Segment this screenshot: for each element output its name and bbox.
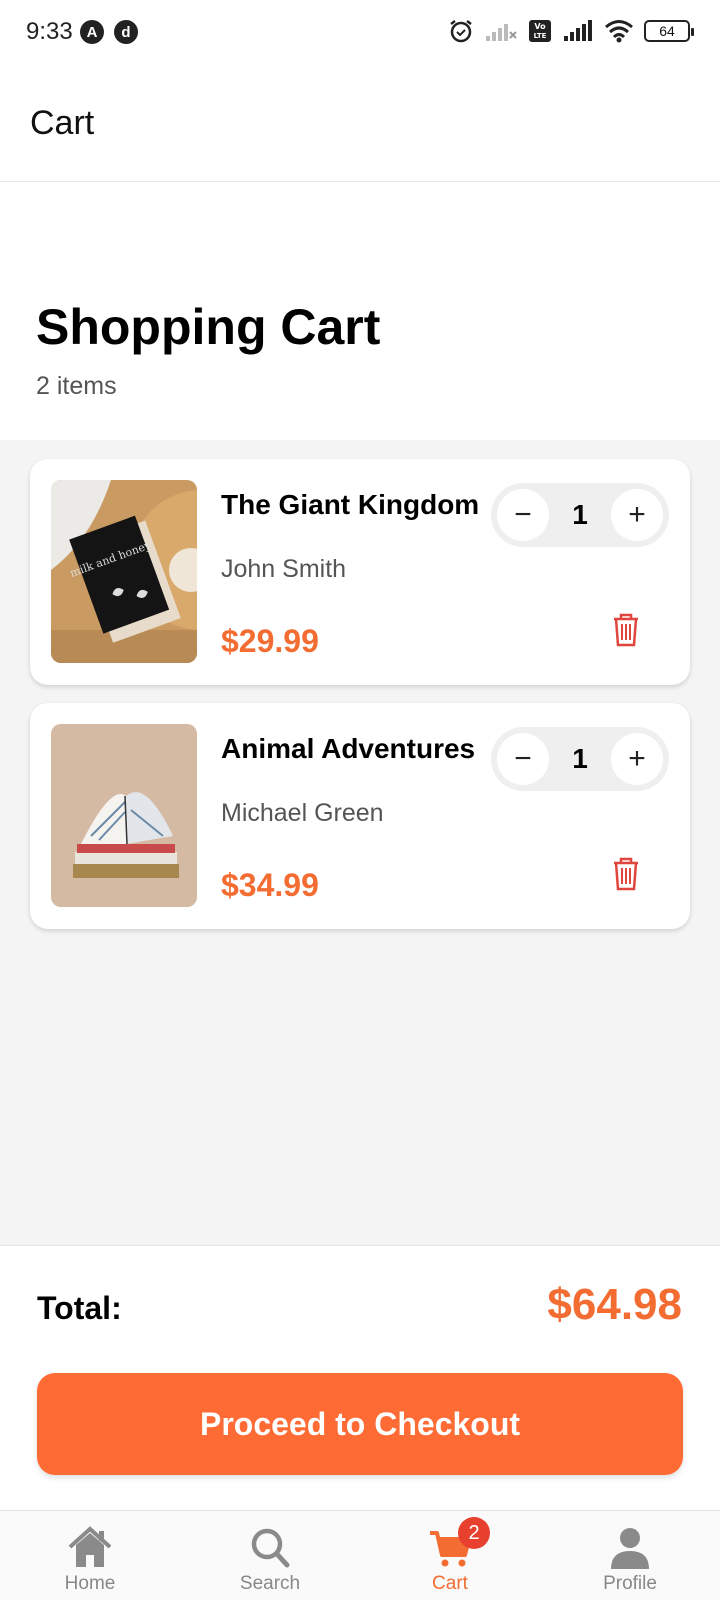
signal-weak-icon [486,24,517,41]
item-author: John Smith [221,555,347,583]
nav-label-search: Search [239,1573,301,1594]
cart-item-list: milk and honey The Giant Kingdom John Sm… [0,440,720,1246]
plus-icon: + [628,742,646,775]
notification-d-icon: d [114,20,138,44]
cart-count-badge: 2 [458,1517,490,1549]
nav-label-cart: Cart [432,1573,468,1594]
bottom-navigation: Home Search 2 Cart Profile [0,1510,720,1600]
notification-icons: A d [80,20,138,44]
book-cover-image: milk and honey [51,480,197,663]
cart-item-card: Animal Adventures Michael Green $34.99 −… [30,703,690,929]
checkout-footer: Total: $64.98 Proceed to Checkout [0,1245,720,1511]
item-title: The Giant Kingdom [221,489,480,520]
wifi-icon [605,20,633,43]
checkout-button[interactable]: Proceed to Checkout [37,1373,683,1475]
cart-item-card: milk and honey The Giant Kingdom John Sm… [30,459,690,685]
item-price: $29.99 [221,623,319,659]
quantity-stepper: − 1 + [491,483,669,547]
battery-icon: 64 [644,20,694,42]
total-value: $64.98 [547,1280,682,1329]
nav-item-search[interactable]: Search [180,1511,360,1600]
increase-quantity-button[interactable]: + [611,733,663,785]
item-title: Animal Adventures [221,733,476,764]
app-bar: Cart [0,64,720,182]
status-icons: Vo LTE 64 [448,18,694,44]
search-icon [251,1528,290,1568]
item-count: 2 items [36,372,117,400]
nav-item-cart[interactable]: 2 Cart [360,1511,540,1600]
profile-icon [611,1528,649,1569]
page-title: Shopping Cart [36,299,381,355]
notification-a-icon: A [80,20,104,44]
checkout-button-label: Proceed to Checkout [199,1405,521,1442]
svg-text:Vo: Vo [534,22,546,31]
volte-icon: Vo LTE [529,20,551,42]
plus-icon: + [628,498,646,531]
nav-label-home: Home [64,1573,116,1594]
status-time: 9:33 [26,18,73,45]
nav-item-profile[interactable]: Profile [540,1511,720,1600]
cart-header: Shopping Cart 2 items [0,182,720,440]
alarm-icon [450,20,472,43]
increase-quantity-button[interactable]: + [611,489,663,541]
nav-item-home[interactable]: Home [0,1511,180,1600]
item-author: Michael Green [221,799,384,827]
battery-level: 64 [659,23,675,39]
delete-item-button[interactable] [610,611,642,647]
signal-strong-icon [564,20,592,41]
cart-screen: 9:33 A d Vo LTE 64 Cart Shopping Cart 2 … [0,0,720,1600]
status-bar: 9:33 A d Vo LTE 64 [0,0,720,64]
quantity-stepper: − 1 + [491,727,669,791]
total-label: Total: [37,1290,122,1326]
nav-label-profile: Profile [603,1573,657,1594]
delete-item-button[interactable] [610,855,642,891]
item-price: $34.99 [221,867,319,903]
svg-text:LTE: LTE [534,32,547,40]
book-cover-image [51,724,197,907]
app-bar-title: Cart [30,104,95,142]
home-icon [68,1526,112,1567]
